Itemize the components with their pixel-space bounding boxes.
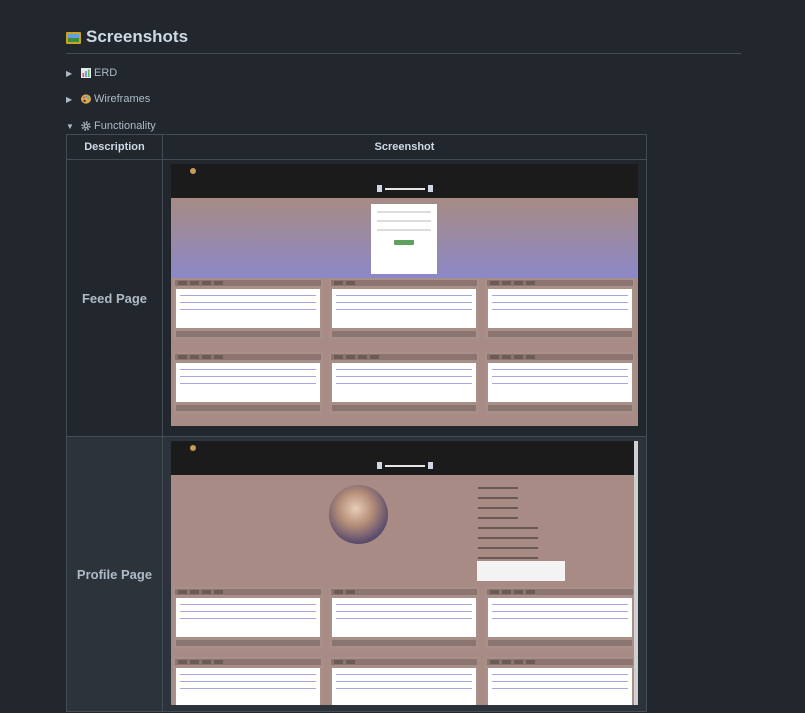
profile-page-screenshot[interactable]	[171, 441, 638, 705]
mini-card	[485, 278, 635, 340]
details-functionality[interactable]: ▼ Functionality	[66, 118, 156, 134]
details-erd-label: ERD	[94, 67, 118, 79]
mini-profile-info	[478, 487, 628, 567]
framed-picture-icon	[66, 32, 81, 44]
mini-card	[329, 587, 479, 649]
gear-icon	[80, 121, 91, 132]
mini-card	[173, 352, 323, 414]
mini-navbar	[171, 441, 638, 458]
mini-banner	[171, 458, 638, 475]
mini-card	[173, 278, 323, 340]
details-functionality-label: Functionality	[94, 120, 156, 132]
column-header-description: Description	[66, 134, 163, 160]
mini-banner	[171, 181, 638, 198]
feed-page-screenshot[interactable]	[171, 164, 638, 426]
mini-card	[485, 352, 635, 414]
mini-card	[329, 278, 479, 340]
mini-question-form	[371, 204, 437, 274]
profile-page-label: Profile Page	[66, 436, 163, 712]
collapsed-triangle-icon: ▶	[66, 68, 73, 78]
collapsed-triangle-icon: ▶	[66, 94, 73, 104]
mini-profile-avatar	[329, 485, 388, 544]
mini-scrollbar	[634, 441, 638, 705]
mini-logo-icon	[190, 445, 196, 451]
mini-logo-icon	[190, 168, 196, 174]
mini-card	[173, 587, 323, 649]
mini-card	[485, 587, 635, 649]
mini-navbar	[171, 164, 638, 181]
mini-profile-bio	[477, 561, 565, 581]
column-header-screenshot: Screenshot	[162, 134, 647, 160]
mini-card	[173, 657, 323, 705]
mini-card	[329, 657, 479, 705]
feed-page-label: Feed Page	[66, 159, 163, 437]
section-title: Screenshots	[86, 27, 189, 46]
profile-page-screenshot-cell	[162, 436, 647, 712]
details-wireframes[interactable]: ▶ Wireframes	[66, 91, 150, 107]
mini-card	[485, 657, 635, 705]
palette-icon	[80, 94, 91, 105]
expanded-triangle-icon: ▼	[66, 121, 74, 131]
mini-card	[329, 352, 479, 414]
details-wireframes-label: Wireframes	[94, 93, 151, 105]
screenshots-heading: Screenshots	[66, 26, 741, 54]
bar-chart-icon	[80, 68, 91, 79]
details-erd[interactable]: ▶ ERD	[66, 65, 117, 81]
screenshots-table: Description Screenshot Feed Page Profile…	[66, 134, 647, 712]
feed-page-screenshot-cell	[162, 159, 647, 437]
